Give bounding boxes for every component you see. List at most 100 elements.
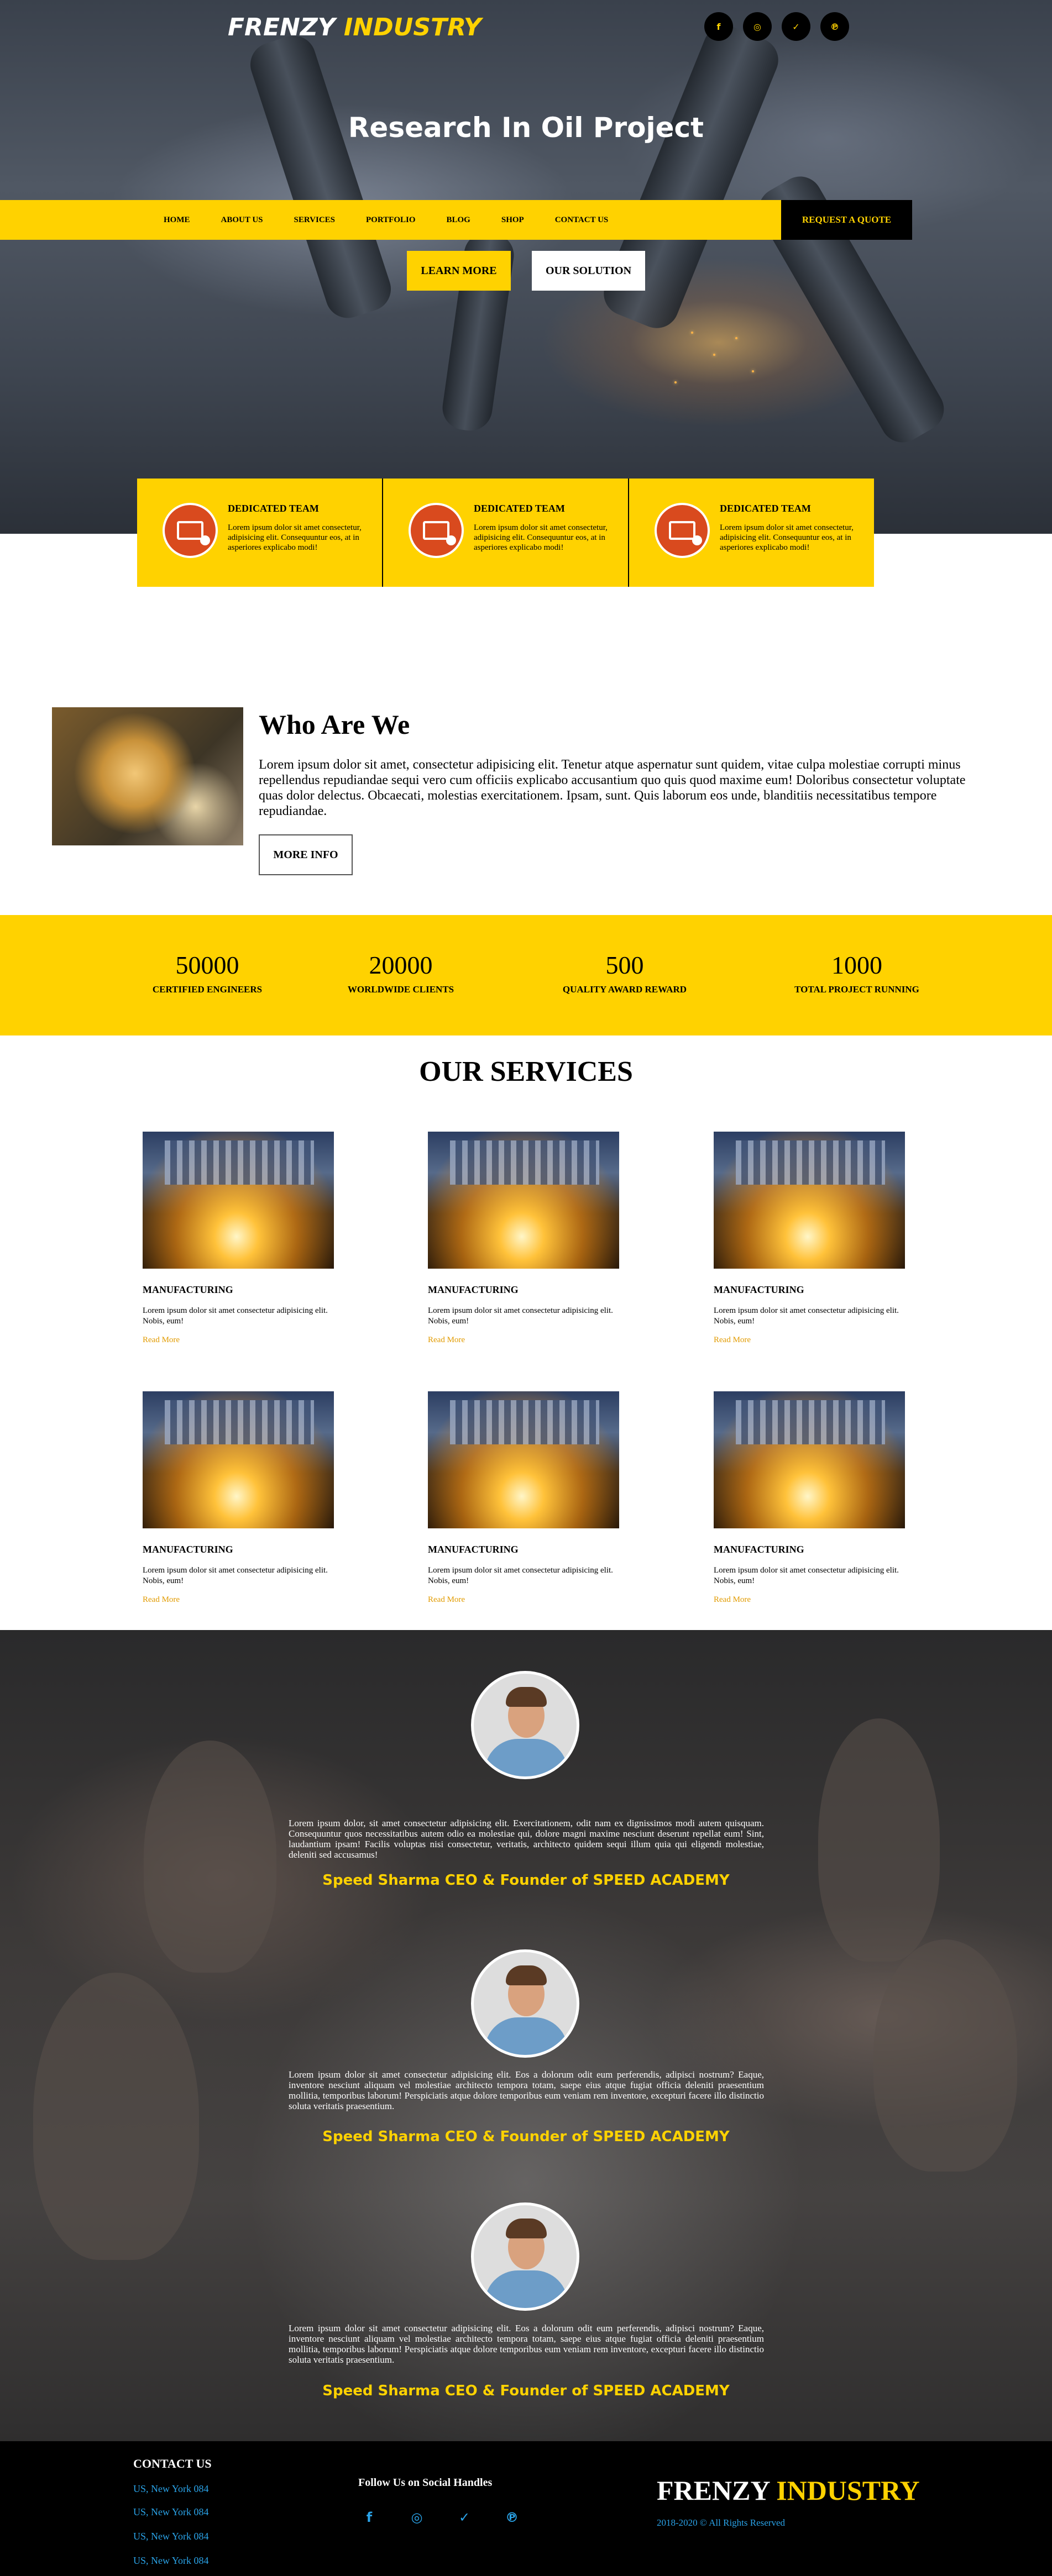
feature-card: DEDICATED TEAM Lorem ipsum dolor sit ame… [137,479,382,587]
services-title: OUR SERVICES [419,1056,633,1087]
footer-social-links: f ◎ ✓ ℗ [363,2510,519,2525]
service-text: Lorem ipsum dolor sit amet consectetur a… [143,1566,328,1585]
feature-card: DEDICATED TEAM Lorem ipsum dolor sit ame… [382,479,628,587]
presentation-icon [163,503,218,558]
instagram-icon[interactable]: ◎ [410,2510,423,2525]
more-info-button[interactable]: MORE INFO [259,834,353,875]
feature-title: DEDICATED TEAM [720,503,811,514]
nav-services[interactable]: SERVICES [294,215,336,225]
twitter-icon[interactable]: ✓ [782,12,810,41]
testimonial-text: Lorem ipsum dolor sit amet consectetur a… [289,2069,764,2111]
read-more-link[interactable]: Read More [714,1595,905,1605]
read-more-link[interactable]: Read More [428,1336,619,1345]
site-logo[interactable]: FRENZY INDUSTRY [228,13,481,41]
presentation-icon [655,503,710,558]
testimonials-section: Lorem ipsum dolor, sit amet consectetur … [0,1630,1052,2441]
stat-label: TOTAL PROJECT RUNNING [794,984,919,995]
nav-contact-us[interactable]: CONTACT US [555,215,609,225]
feature-title: DEDICATED TEAM [474,503,565,514]
who-are-we-text: Lorem ipsum dolor sit amet, consectetur … [259,758,966,818]
service-text: Lorem ipsum dolor sit amet consectetur a… [143,1306,328,1326]
background-people-graphic [33,1973,199,2260]
service-name: MANUFACTURING [143,1284,233,1295]
footer-contact-item[interactable]: US, New York 084 [133,2555,209,2567]
service-card: MANUFACTURING Lorem ipsum dolor sit amet… [143,1132,334,1345]
service-name: MANUFACTURING [714,1544,804,1555]
spark-graphic [691,332,693,334]
who-are-we-title: Who Are We [259,709,410,740]
stat-value: 500 [605,951,644,979]
service-name: MANUFACTURING [428,1544,519,1555]
footer-contact-item[interactable]: US, New York 084 [133,2483,209,2495]
hero-banner: FRENZY INDUSTRY f ◎ ✓ ℗ Research In Oil … [0,0,1052,534]
read-more-link[interactable]: Read More [143,1336,334,1345]
stat-item: 1000 TOTAL PROJECT RUNNING [774,950,940,995]
nav-shop[interactable]: SHOP [501,215,524,225]
twitter-icon[interactable]: ✓ [458,2510,471,2525]
facebook-icon[interactable]: f [363,2510,376,2525]
nav-home[interactable]: HOME [164,215,190,225]
testimonial-avatar [471,1671,579,1779]
instagram-icon[interactable]: ◎ [743,12,772,41]
stat-label: WORLDWIDE CLIENTS [347,984,454,995]
logo-accent: INDUSTRY [343,13,481,41]
testimonial-text: Lorem ipsum dolor sit amet consectetur a… [289,2323,764,2365]
service-image [714,1132,905,1269]
service-card: MANUFACTURING Lorem ipsum dolor sit amet… [428,1132,619,1345]
nav-about-us[interactable]: ABOUT US [221,215,263,225]
our-solution-button[interactable]: OUR SOLUTION [532,251,645,291]
testimonial-text: Lorem ipsum dolor, sit amet consectetur … [289,1818,764,1860]
learn-more-button[interactable]: LEARN MORE [407,251,511,291]
nav-portfolio[interactable]: PORTFOLIO [366,215,415,225]
header-social-links: f ◎ ✓ ℗ [704,12,849,41]
feature-text: Lorem ipsum dolor sit amet consectetur, … [474,523,608,552]
testimonial-author: Speed Sharma CEO & Founder of SPEED ACAD… [322,1872,730,1889]
spark-graphic [735,337,737,339]
presentation-icon [409,503,464,558]
hero-title: Research In Oil Project [348,112,704,144]
background-people-graphic [818,1718,940,1962]
stat-item: 20000 WORLDWIDE CLIENTS [321,950,481,995]
footer-contact-item[interactable]: US, New York 084 [133,2506,209,2518]
facebook-icon[interactable]: f [704,12,733,41]
nav-blog[interactable]: BLOG [447,215,470,225]
pinterest-icon[interactable]: ℗ [505,2510,519,2525]
service-name: MANUFACTURING [428,1284,519,1295]
service-name: MANUFACTURING [714,1284,804,1295]
service-text: Lorem ipsum dolor sit amet consectetur a… [428,1306,613,1326]
read-more-link[interactable]: Read More [143,1595,334,1605]
service-name: MANUFACTURING [143,1544,233,1555]
stat-value: 50000 [175,951,239,979]
testimonial-author: Speed Sharma CEO & Founder of SPEED ACAD… [322,2128,730,2145]
read-more-link[interactable]: Read More [714,1336,905,1345]
service-card: MANUFACTURING Lorem ipsum dolor sit amet… [714,1391,905,1605]
stats-bar: 50000 CERTIFIED ENGINEERS 20000 WORLDWID… [0,915,1052,1035]
feature-title: DEDICATED TEAM [228,503,319,514]
service-image [714,1391,905,1528]
footer-copyright: 2018-2020 © All Rights Reserved [657,2517,786,2528]
spark-graphic [752,370,754,372]
stat-value: 1000 [831,951,882,979]
footer-logo[interactable]: FRENZY INDUSTRY [657,2474,920,2506]
robot-arm-graphic [244,30,397,324]
testimonial-author: Speed Sharma CEO & Founder of SPEED ACAD… [322,2383,730,2399]
feature-text: Lorem ipsum dolor sit amet consectetur, … [228,523,362,552]
request-quote-button[interactable]: REQUEST A QUOTE [781,200,912,240]
service-text: Lorem ipsum dolor sit amet consectetur a… [428,1566,613,1585]
feature-card: DEDICATED TEAM Lorem ipsum dolor sit ame… [628,479,874,587]
background-people-graphic [144,1741,276,1973]
footer-contact-item[interactable]: US, New York 084 [133,2531,209,2542]
spark-graphic [674,381,677,383]
read-more-link[interactable]: Read More [428,1595,619,1605]
service-image [428,1132,619,1269]
service-card: MANUFACTURING Lorem ipsum dolor sit amet… [428,1391,619,1605]
stat-value: 20000 [369,951,433,979]
pinterest-icon[interactable]: ℗ [820,12,849,41]
stat-item: 50000 CERTIFIED ENGINEERS [127,950,287,995]
stat-item: 500 QUALITY AWARD REWARD [542,950,708,995]
feature-text: Lorem ipsum dolor sit amet consectetur, … [720,523,854,552]
features-box: DEDICATED TEAM Lorem ipsum dolor sit ame… [137,479,874,587]
testimonial-avatar [471,2202,579,2311]
stat-label: QUALITY AWARD REWARD [562,984,687,995]
service-image [428,1391,619,1528]
